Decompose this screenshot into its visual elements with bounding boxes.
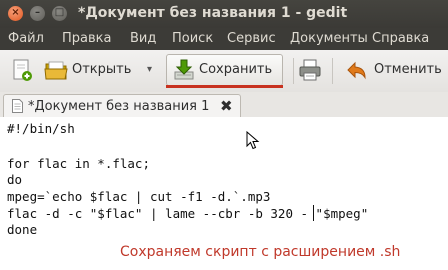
menu-edit[interactable]: Правка [62, 31, 111, 46]
window-title: *Документ без названия 1 - gedit [78, 5, 348, 21]
menu-search[interactable]: Поиск [172, 31, 213, 46]
annotation-caption: Сохраняем скрипт с расширением .sh [120, 244, 401, 260]
text-caret [313, 205, 314, 221]
tab-bar: *Документ без названия 1 ✖ [0, 92, 448, 118]
code-line[interactable]: done [7, 222, 37, 237]
menu-view[interactable]: Вид [130, 31, 156, 46]
save-button-label[interactable]: Сохранить [199, 62, 272, 77]
code-line[interactable]: do [7, 172, 22, 187]
save-highlight-underline [166, 85, 283, 88]
menu-help[interactable]: Справка [372, 31, 429, 46]
code-line[interactable]: for flac in *.flac; [7, 156, 150, 171]
menu-tools[interactable]: Сервис [227, 31, 276, 46]
tab-label: *Документ без названия 1 [28, 99, 210, 114]
toolbar-separator [293, 58, 294, 84]
open-button-label[interactable]: Открыть [72, 62, 131, 77]
code-line[interactable]: mpeg=`echo $flac | cut -f1 -d.`.mp3 [7, 189, 270, 204]
code-line[interactable]: #!/bin/sh [7, 121, 75, 136]
menu-bar: Файл Правка Вид Поиск Сервис Документы С… [0, 28, 448, 50]
title-bar: × – □ *Документ без названия 1 - gedit [0, 0, 448, 28]
toolbar-separator [332, 58, 333, 84]
mouse-pointer-icon [246, 131, 260, 150]
window-minimize-button[interactable]: – [30, 6, 45, 21]
tab-close-icon[interactable]: ✖ [220, 97, 233, 115]
undo-arrow-icon[interactable] [345, 58, 369, 82]
open-folder-icon[interactable] [44, 58, 68, 82]
undo-button-label[interactable]: Отменить [374, 62, 442, 77]
print-icon[interactable] [298, 58, 322, 82]
menu-file[interactable]: Файл [8, 31, 44, 46]
text-document-icon [12, 99, 23, 113]
window-close-button[interactable]: × [8, 6, 23, 21]
new-document-icon[interactable] [10, 58, 34, 82]
code-line[interactable]: flac -d -c "$flac" | lame --cbr -b 320 -… [7, 206, 368, 221]
window-maximize-button[interactable]: □ [52, 6, 67, 21]
menu-documents[interactable]: Документы [290, 31, 368, 46]
save-download-icon[interactable] [172, 58, 196, 82]
open-dropdown-arrow[interactable]: ▾ [147, 64, 152, 75]
tab-document[interactable]: *Документ без названия 1 ✖ [3, 94, 241, 118]
